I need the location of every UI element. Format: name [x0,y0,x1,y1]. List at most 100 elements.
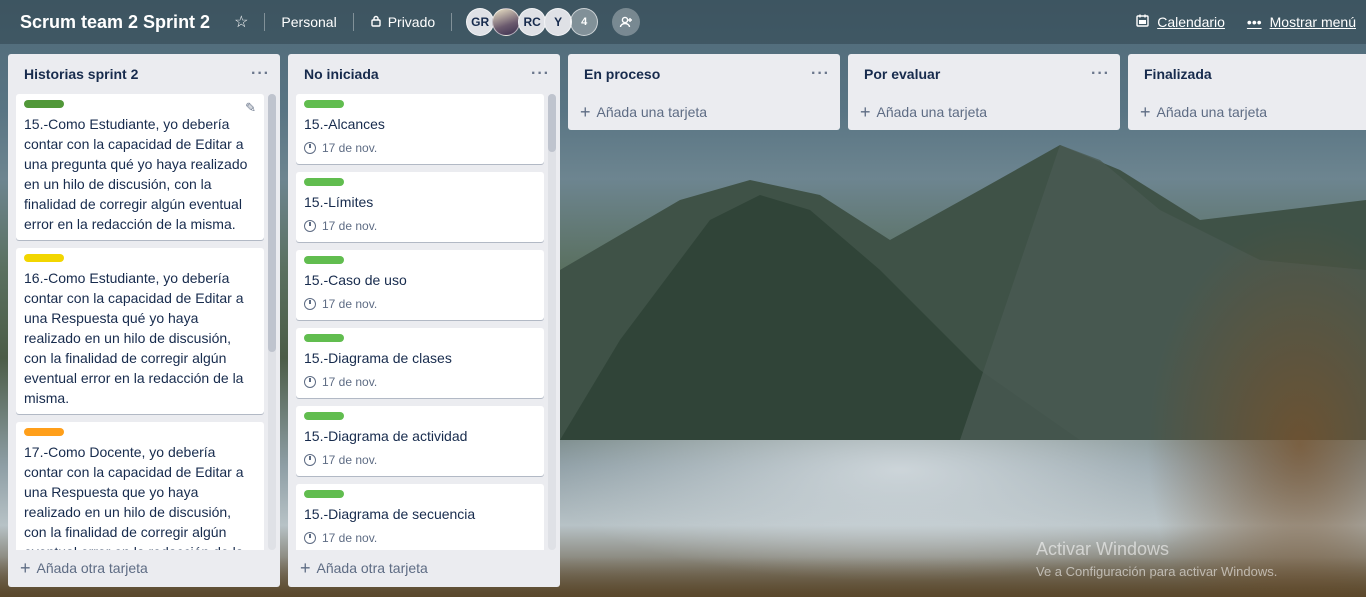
avatar[interactable] [492,8,521,36]
due-date-badge: 17 de nov. [304,372,536,392]
card-label [304,100,344,108]
card-title: 17.-Como Docente, yo debería contar con … [24,444,244,550]
add-card-label: Añada una tarjeta [876,104,988,120]
card[interactable]: 15.-Caso de uso 17 de nov. [296,250,544,320]
calendar-icon [1136,14,1149,30]
edit-pencil-icon[interactable]: ✎ [245,100,256,116]
due-date-badge: 17 de nov. [304,138,536,158]
workspace-button[interactable]: Personal [275,10,342,34]
list-title[interactable]: Por evaluar [864,66,940,82]
calendar-label: Calendario [1157,14,1225,30]
due-date: 17 de nov. [322,219,378,233]
due-date-badge: 17 de nov. [304,450,536,470]
list-title[interactable]: No iniciada [304,66,379,82]
show-menu-button[interactable]: ••• Mostrar menú [1247,14,1356,30]
card-container: 15.-Como Estudiante, yo debería contar c… [8,94,280,550]
list-title[interactable]: Historias sprint 2 [24,66,138,82]
list-header: Por evaluar ··· [848,54,1120,94]
add-card-button[interactable]: + Añada una tarjeta [568,94,840,130]
card-title: 15.-Diagrama de actividad [304,428,468,444]
card[interactable]: 15.-Alcances 17 de nov. [296,94,544,164]
card-label [304,178,344,186]
board-header: Scrum team 2 Sprint 2 ☆ Personal Privado… [0,0,1366,44]
card[interactable]: 17.-Como Docente, yo debería contar con … [16,422,264,550]
visibility-label: Privado [387,14,436,30]
add-card-label: Añada otra tarjeta [316,560,428,576]
header-divider [352,13,354,31]
watermark-subtitle: Ve a Configuración para activar Windows. [1036,564,1278,579]
list-menu-icon[interactable]: ··· [1091,65,1110,83]
calendar-button[interactable]: Calendario [1136,14,1225,30]
add-card-button[interactable]: + Añada una tarjeta [1128,94,1366,130]
scrollbar-thumb[interactable] [548,94,556,152]
add-card-label: Añada una tarjeta [596,104,708,120]
avatar[interactable]: GR [466,8,495,36]
card-container: 15.-Alcances 17 de nov. 15.-Límites 17 d… [288,94,560,550]
card-label [24,100,64,108]
due-date-badge: 17 de nov. [304,294,536,314]
clock-icon [304,532,316,544]
card-label [304,412,344,420]
list-title[interactable]: Finalizada [1144,66,1212,82]
list-historias-sprint-2: Historias sprint 2 ··· 15.-Como Estudian… [8,54,280,587]
card[interactable]: 15.-Como Estudiante, yo debería contar c… [16,94,264,240]
due-date: 17 de nov. [322,453,378,467]
list-title[interactable]: En proceso [584,66,660,82]
card-title: 15.-Diagrama de clases [304,350,452,366]
clock-icon [304,142,316,154]
card-label [304,256,344,264]
clock-icon [304,220,316,232]
card[interactable]: 15.-Diagrama de actividad 17 de nov. [296,406,544,476]
card[interactable]: 16.-Como Estudiante, yo debería contar c… [16,248,264,414]
list-no-iniciada: No iniciada ··· 15.-Alcances 17 de nov. … [288,54,560,587]
clock-icon [304,376,316,388]
invite-icon[interactable] [612,8,641,36]
card-label [304,490,344,498]
add-card-button[interactable]: + Añada otra tarjeta [288,550,560,586]
avatar[interactable]: RC [518,8,547,36]
add-card-label: Añada una tarjeta [1156,104,1268,120]
header-divider [451,13,453,31]
card-title: 15.-Límites [304,194,374,210]
due-date-badge: 17 de nov. [304,528,536,548]
card[interactable]: 15.-Diagrama de clases 17 de nov. [296,328,544,398]
list-header: Historias sprint 2 ··· [8,54,280,94]
card-title: 15.-Diagrama de secuencia [304,506,476,522]
scrollbar[interactable] [548,94,556,550]
card[interactable]: 15.-Diagrama de secuencia 17 de nov. [296,484,544,550]
clock-icon [304,298,316,310]
list-menu-icon[interactable]: ··· [531,65,550,83]
list-menu-icon[interactable]: ··· [251,65,270,83]
plus-icon: + [860,102,871,122]
card-title: 15.-Caso de uso [304,272,407,288]
card-label [24,254,64,262]
visibility-button[interactable]: Privado [364,10,441,34]
plus-icon: + [1140,102,1151,122]
add-card-label: Añada otra tarjeta [36,560,148,576]
list-finalizada: Finalizada + Añada una tarjeta [1128,54,1366,130]
avatar[interactable]: Y [544,8,573,36]
scrollbar[interactable] [268,94,276,550]
card[interactable]: 15.-Límites 17 de nov. [296,172,544,242]
member-avatars: GR RC Y 4 [466,8,599,36]
add-card-button[interactable]: + Añada una tarjeta [848,94,1120,130]
member-count-badge[interactable]: 4 [570,8,599,36]
due-date-badge: 17 de nov. [304,216,536,236]
plus-icon: + [20,558,31,578]
watermark-title: Activar Windows [1036,539,1170,559]
workspace-label: Personal [281,14,337,30]
background-mountain [560,145,1366,440]
list-por-evaluar: Por evaluar ··· + Añada una tarjeta [848,54,1120,130]
due-date: 17 de nov. [322,141,378,155]
scrollbar-thumb[interactable] [268,94,276,352]
board-title[interactable]: Scrum team 2 Sprint 2 [16,12,214,33]
card-label [24,428,64,436]
list-en-proceso: En proceso ··· + Añada una tarjeta [568,54,840,130]
list-menu-icon[interactable]: ··· [811,65,830,83]
card-title: 15.-Como Estudiante, yo debería contar c… [24,116,248,232]
star-icon[interactable]: ☆ [228,8,254,36]
card-title: 16.-Como Estudiante, yo debería contar c… [24,270,244,406]
more-icon: ••• [1246,14,1262,30]
add-card-button[interactable]: + Añada otra tarjeta [8,550,280,586]
plus-icon: + [300,558,311,578]
